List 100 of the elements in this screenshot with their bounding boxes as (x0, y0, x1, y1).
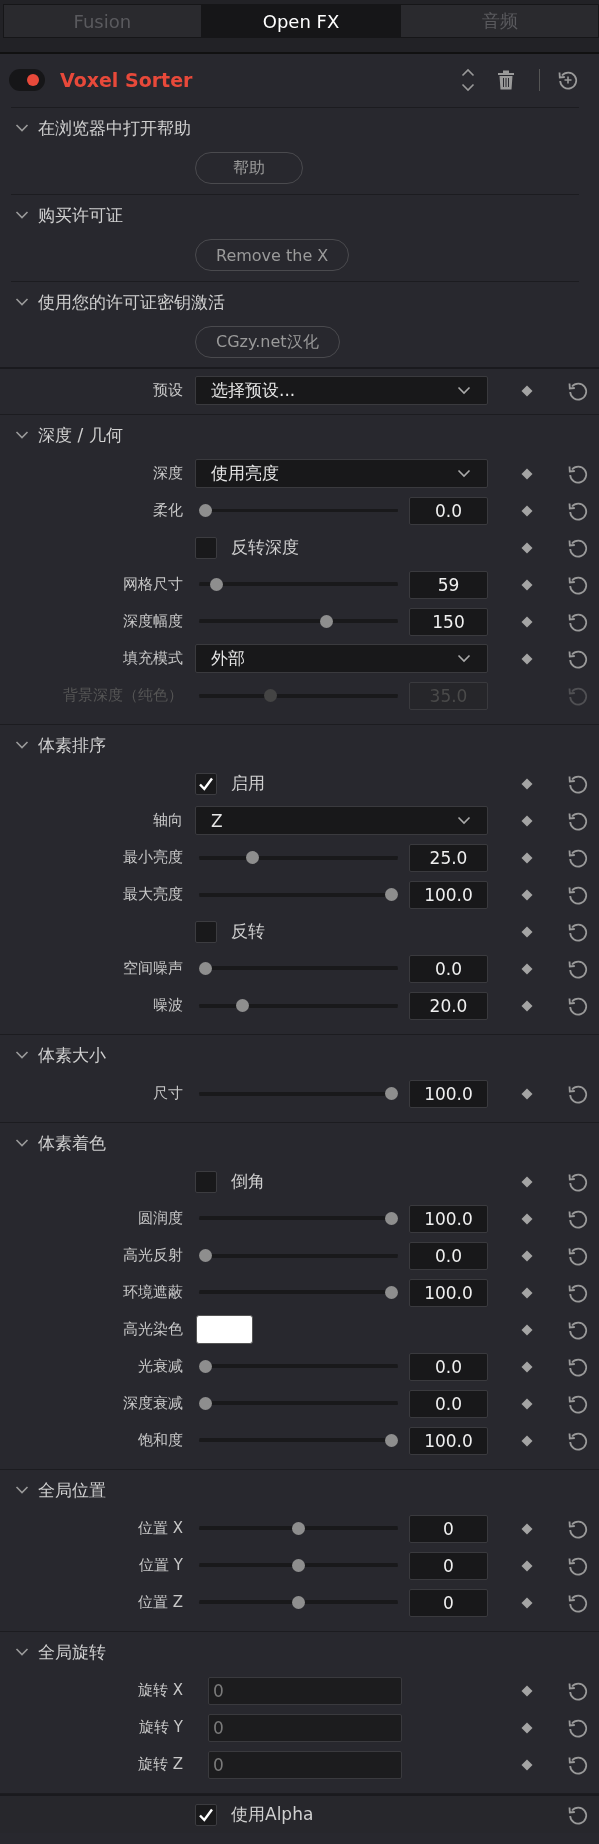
keyframe-icon[interactable] (521, 384, 533, 397)
section-title[interactable]: 使用您的许可证密钥激活 (38, 290, 225, 314)
keyframe-icon[interactable] (521, 504, 533, 517)
keyframe-icon[interactable] (521, 777, 533, 790)
keyframe-icon[interactable] (521, 615, 533, 628)
slider-thumb[interactable] (385, 1286, 398, 1299)
keyframe-icon[interactable] (521, 1323, 533, 1336)
keyframe-icon[interactable] (521, 1758, 533, 1771)
keyframe-icon[interactable] (521, 1559, 533, 1572)
chevron-icon[interactable] (15, 740, 29, 750)
keyframe-icon[interactable] (521, 1087, 533, 1100)
value-field[interactable]: 100.0 (409, 880, 488, 909)
section-title[interactable]: 体素大小 (38, 1043, 106, 1067)
action-button[interactable]: Remove the X (195, 239, 350, 271)
dropdown[interactable]: 外部 (195, 644, 488, 673)
checkbox[interactable] (195, 1170, 217, 1193)
value-field[interactable]: 0.0 (409, 1241, 488, 1270)
keyframe-icon[interactable] (521, 1175, 533, 1188)
section-title[interactable]: 在浏览器中打开帮助 (38, 116, 191, 140)
value-field[interactable]: 0.0 (409, 1352, 488, 1381)
keyframe-icon[interactable] (521, 1684, 533, 1697)
reset-plus-icon[interactable] (557, 69, 579, 91)
section-title[interactable]: 体素排序 (38, 733, 106, 757)
keyframe-icon[interactable] (521, 962, 533, 975)
slider-thumb[interactable] (385, 1212, 398, 1225)
slider-thumb[interactable] (292, 1559, 305, 1572)
keyframe-icon[interactable] (521, 1360, 533, 1373)
keyframe-icon[interactable] (521, 541, 533, 554)
slider-thumb[interactable] (199, 1360, 212, 1373)
dropdown[interactable]: Z (195, 806, 488, 835)
value-field[interactable]: 20.0 (409, 991, 488, 1020)
chevron-icon[interactable] (15, 297, 29, 307)
keyframe-icon[interactable] (521, 851, 533, 864)
keyframe-icon[interactable] (521, 467, 533, 480)
section-title[interactable]: 全局位置 (38, 1478, 106, 1502)
keyframe-icon[interactable] (521, 1212, 533, 1225)
chevron-icon[interactable] (15, 1050, 29, 1060)
slider-thumb[interactable] (385, 888, 398, 901)
value-field[interactable]: 25.0 (409, 843, 488, 872)
slider-thumb[interactable] (199, 962, 212, 975)
keyframe-icon[interactable] (521, 1249, 533, 1262)
value-field[interactable]: 0.0 (409, 1389, 488, 1418)
power-toggle[interactable] (9, 69, 45, 91)
slider-thumb[interactable] (292, 1522, 305, 1535)
keyframe-icon[interactable] (521, 1286, 533, 1299)
slider-thumb[interactable] (199, 1397, 212, 1410)
dropdown[interactable]: 选择预设... (195, 376, 488, 405)
value-field[interactable]: 0.0 (409, 954, 488, 983)
chevron-icon[interactable] (15, 1138, 29, 1148)
value-field[interactable]: 100.0 (409, 1278, 488, 1307)
trash-icon[interactable] (498, 70, 514, 90)
slider-thumb[interactable] (292, 1596, 305, 1609)
chevron-icon[interactable] (15, 430, 29, 440)
input-field[interactable]: 0 (208, 1676, 402, 1705)
checkbox[interactable] (195, 920, 217, 943)
slider-thumb[interactable] (385, 1434, 398, 1447)
keyframe-icon[interactable] (521, 1522, 533, 1535)
chevron-icon[interactable] (15, 1485, 29, 1495)
keyframe-icon[interactable] (521, 888, 533, 901)
slider-thumb[interactable] (245, 851, 259, 864)
slider-thumb[interactable] (199, 1249, 212, 1262)
keyframe-icon[interactable] (521, 814, 533, 827)
value-field[interactable]: 0 (409, 1551, 488, 1580)
keyframe-icon[interactable] (521, 652, 533, 665)
slider-thumb[interactable] (385, 1087, 398, 1100)
value-field[interactable]: 100.0 (409, 1426, 488, 1455)
section-title[interactable]: 深度 / 几何 (38, 423, 123, 447)
action-button[interactable]: CGzy.net汉化 (195, 326, 340, 358)
value-field[interactable]: 100.0 (409, 1204, 488, 1233)
slider-thumb[interactable] (199, 504, 212, 517)
value-field[interactable]: 0.0 (409, 496, 488, 525)
value-field[interactable]: 0 (409, 1588, 488, 1617)
section-title[interactable]: 体素着色 (38, 1131, 106, 1155)
keyframe-icon[interactable] (521, 925, 533, 938)
value-field[interactable]: 59 (409, 570, 488, 599)
checkbox[interactable] (195, 772, 217, 795)
dropdown[interactable]: 使用亮度 (195, 459, 488, 488)
color-swatch[interactable] (196, 1315, 253, 1344)
keyframe-icon[interactable] (521, 1434, 533, 1447)
section-title[interactable]: 全局旋转 (38, 1640, 106, 1664)
input-field[interactable]: 0 (208, 1750, 402, 1779)
keyframe-icon[interactable] (521, 1596, 533, 1609)
slider-thumb[interactable] (236, 999, 250, 1012)
tab[interactable]: Open FX (201, 4, 401, 38)
value-field[interactable]: 150 (409, 607, 488, 636)
checkbox[interactable] (195, 536, 217, 559)
value-field[interactable]: 0 (409, 1514, 488, 1543)
up-down-chevron-icon[interactable] (461, 68, 475, 92)
value-field[interactable]: 100.0 (409, 1079, 488, 1108)
chevron-icon[interactable] (15, 1647, 29, 1657)
checkbox[interactable] (195, 1803, 217, 1826)
keyframe-icon[interactable] (521, 1397, 533, 1410)
keyframe-icon[interactable] (521, 999, 533, 1012)
chevron-icon[interactable] (15, 123, 29, 133)
keyframe-icon[interactable] (521, 1721, 533, 1734)
section-title[interactable]: 购买许可证 (38, 203, 123, 227)
input-field[interactable]: 0 (208, 1713, 402, 1742)
chevron-icon[interactable] (15, 210, 29, 220)
slider-thumb[interactable] (319, 615, 333, 628)
slider-thumb[interactable] (210, 578, 224, 591)
